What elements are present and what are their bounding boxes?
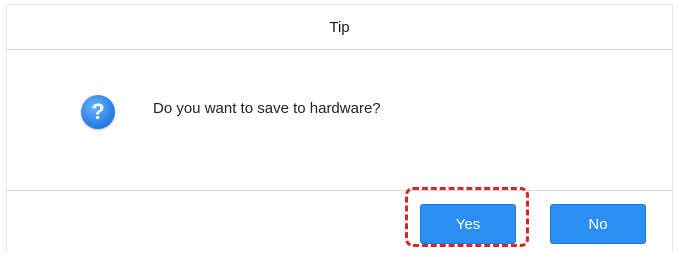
yes-button[interactable]: Yes	[420, 204, 516, 244]
dialog-message: Do you want to save to hardware?	[153, 100, 381, 117]
question-icon: ?	[81, 95, 115, 129]
save-confirm-dialog: Tip ? Do you want to save to hardware? Y…	[6, 4, 673, 253]
dialog-body: ? Do you want to save to hardware?	[7, 50, 672, 190]
no-button[interactable]: No	[550, 204, 646, 244]
dialog-footer: Yes No	[7, 187, 672, 253]
dialog-title: Tip	[7, 5, 672, 50]
